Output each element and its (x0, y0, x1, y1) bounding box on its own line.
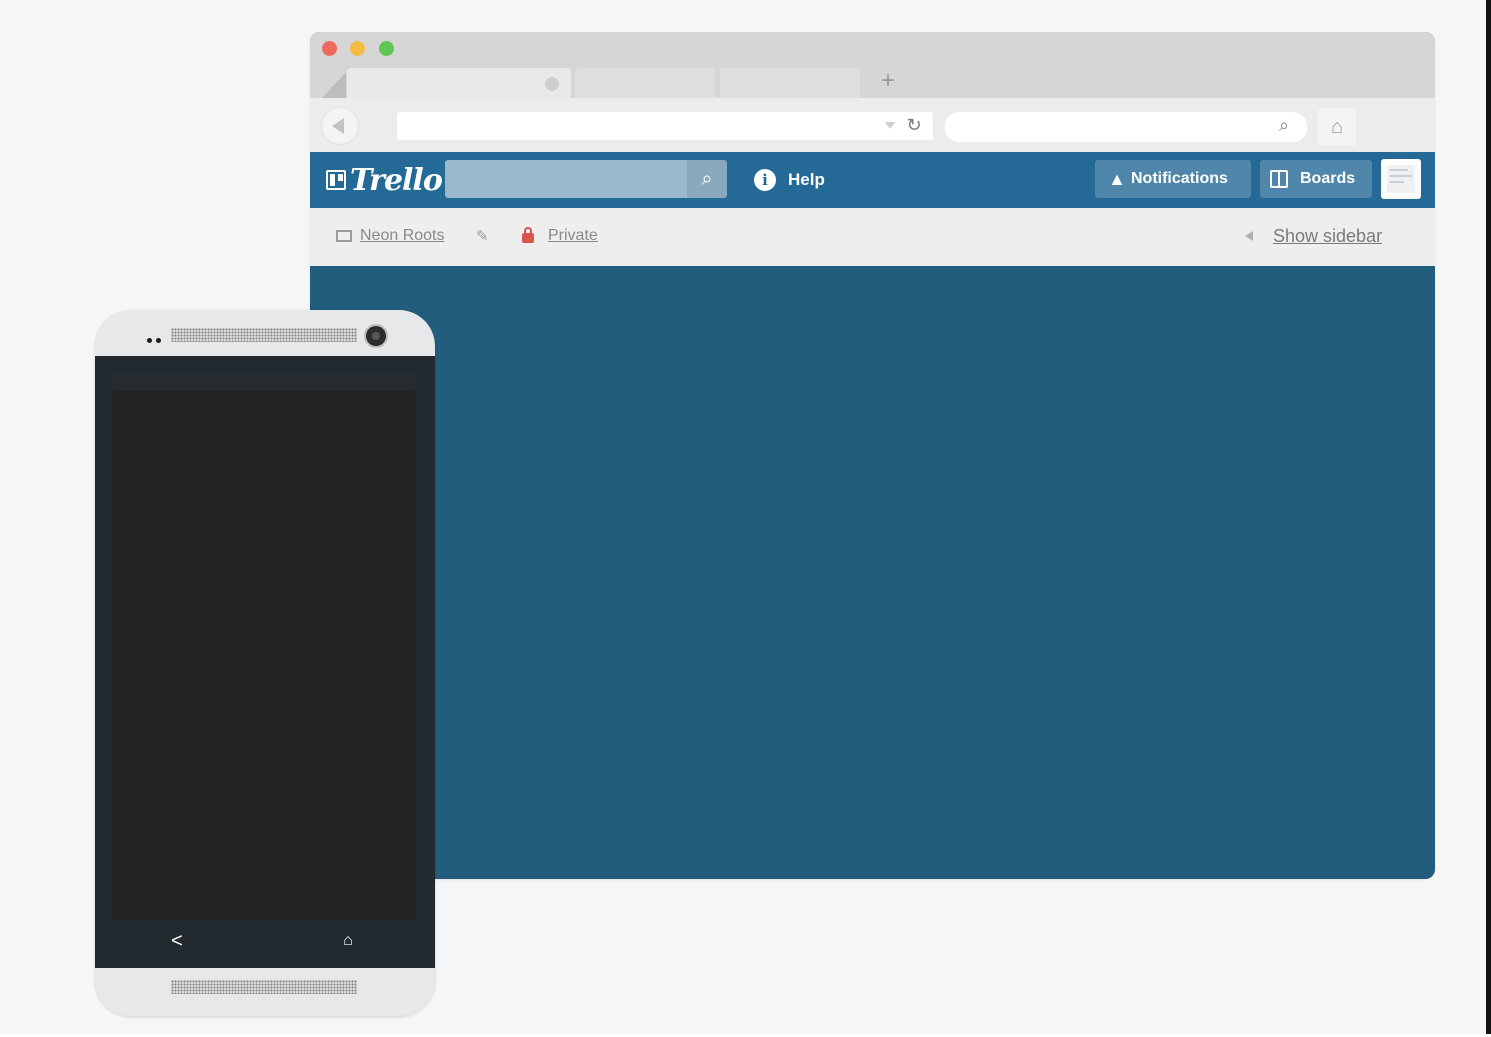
board-header: Neon Roots ✎ Private Show sidebar (310, 208, 1435, 266)
browser-search-input[interactable]: ⌕ (945, 112, 1307, 142)
board-canvas[interactable] (310, 266, 1435, 879)
pencil-icon: ✎ (476, 228, 489, 245)
tab-second[interactable] (575, 68, 715, 98)
organization-link[interactable]: Neon Roots (336, 226, 445, 246)
phone-status-bar (113, 372, 415, 390)
search-icon: ⌕ (1278, 115, 1290, 135)
info-icon: i (754, 169, 776, 191)
browser-toolbar: ↻ ⌕ ⌂ (310, 98, 1435, 152)
phone-home-button[interactable]: ⌂ (333, 930, 363, 952)
phone-speaker-bottom (171, 980, 357, 994)
browser-window: + ↻ ⌕ ⌂ Trello ⌕ i Help ▲ Notifications (310, 32, 1435, 879)
visibility-label: Private (548, 227, 598, 244)
new-tab-button[interactable]: + (878, 68, 898, 94)
home-button[interactable]: ⌂ (1318, 108, 1356, 146)
phone-back-button[interactable]: < (162, 930, 192, 952)
minimize-window-button[interactable] (350, 41, 365, 56)
logo-text: Trello (350, 162, 443, 198)
avatar[interactable] (1381, 159, 1421, 199)
help-label: Help (788, 170, 825, 189)
tab-close-icon[interactable] (545, 77, 559, 91)
trello-logo[interactable]: Trello (326, 162, 443, 198)
organization-name: Neon Roots (360, 227, 445, 244)
bell-icon: ▲ (1108, 169, 1126, 189)
address-bar[interactable]: ↻ (397, 112, 933, 140)
phone-sensors (147, 338, 163, 344)
phone-camera (366, 326, 386, 346)
tab-corner (322, 72, 346, 98)
avatar-image (1387, 165, 1415, 193)
chevron-down-icon[interactable] (885, 122, 895, 129)
notifications-button[interactable]: ▲ Notifications (1095, 160, 1251, 198)
show-sidebar-label: Show sidebar (1273, 225, 1383, 246)
visibility-link[interactable]: Private (522, 226, 598, 246)
trello-board-icon (326, 170, 346, 190)
search-button[interactable]: ⌕ (687, 160, 727, 198)
maximize-window-button[interactable] (379, 41, 394, 56)
caret-left-icon (1245, 231, 1253, 241)
notifications-label: Notifications (1131, 170, 1228, 187)
back-arrow-icon (332, 118, 344, 134)
boards-button[interactable]: Boards (1260, 160, 1372, 198)
organization-icon (336, 230, 352, 242)
search-icon: ⌕ (701, 168, 713, 190)
phone-screen-frame: < ⌂ (95, 356, 435, 968)
reload-icon[interactable]: ↻ (903, 114, 925, 136)
tab-third[interactable] (720, 68, 860, 98)
tab-active[interactable] (347, 68, 571, 98)
boards-label: Boards (1300, 170, 1356, 187)
frame-edge (1486, 0, 1491, 1037)
show-sidebar-link[interactable]: Show sidebar (1245, 226, 1382, 246)
phone-screen[interactable] (113, 372, 415, 920)
help-button[interactable]: i Help (754, 168, 825, 192)
edit-title-button[interactable]: ✎ (476, 226, 489, 246)
trello-search-input[interactable] (445, 160, 687, 198)
phone-mockup: < ⌂ (95, 310, 435, 1016)
back-button[interactable] (322, 108, 358, 144)
phone-speaker-top (171, 328, 357, 342)
close-window-button[interactable] (322, 41, 337, 56)
lock-icon (522, 227, 534, 243)
trello-header: Trello ⌕ i Help ▲ Notifications Boards (310, 152, 1435, 208)
boards-icon (1270, 170, 1288, 188)
browser-titlebar: + (310, 32, 1435, 98)
